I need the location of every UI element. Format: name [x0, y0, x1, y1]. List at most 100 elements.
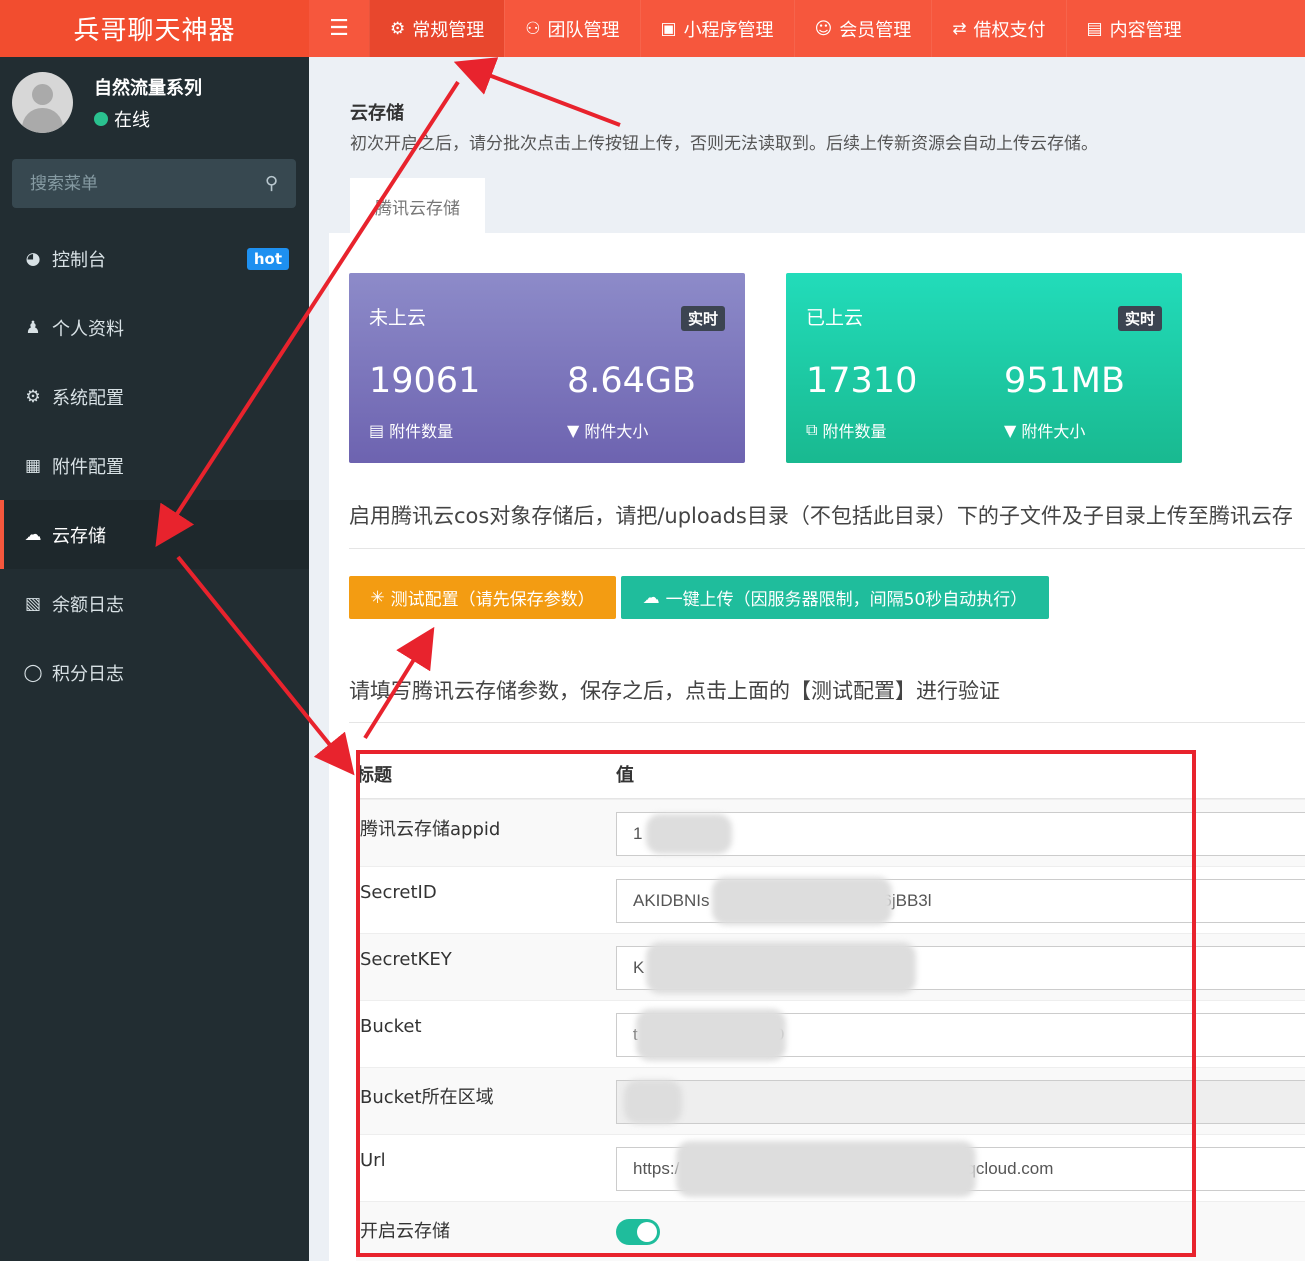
form-notice: 请填写腾讯云存储参数，保存之后，点击上面的【测试配置】进行验证 [349, 679, 1000, 703]
table-row-enable: 开启云存储 [356, 1201, 1305, 1261]
count-label: ⧉ 附件数量 [806, 418, 886, 442]
sidebar-item-cloud-storage[interactable]: ☁ 云存储 [0, 500, 309, 569]
divider [349, 722, 1305, 723]
sidebar-item-points-log[interactable]: ◯ 积分日志 [0, 638, 309, 707]
status-label: 在线 [114, 109, 150, 131]
count-label: ▤ 附件数量 [369, 418, 453, 442]
enable-cloud-storage-toggle[interactable] [616, 1219, 660, 1245]
attachment-count: 17310 [806, 361, 918, 401]
brand-logo[interactable]: 兵哥聊天神器 [0, 0, 309, 57]
cos-notice: 启用腾讯云cos对象存储后，请把/uploads目录（不包括此目录）下的子文件及… [349, 504, 1293, 528]
redaction-blur [636, 1009, 786, 1061]
nav-label: 小程序管理 [683, 19, 774, 41]
redaction-blur [712, 877, 892, 925]
main-content: 云存储 初次开启之后，请分批次点击上传按钮上传，否则无法读取到。后续上传新资源会… [329, 77, 1305, 1261]
sidebar: 自然流量系列 在线 ⚲ ◕ 控制台 hot ♟ 个人资料 ⚙ 系统配置 ▦ 附件配置 ☁ 云… [0, 57, 309, 1261]
nav-tab-team[interactable]: ⚇ 团队管理 [504, 0, 639, 57]
table-row-region: Bucket所在区域 [356, 1067, 1305, 1134]
table-header: 标题 值 [356, 749, 1305, 799]
button-label: 一键上传（因服务器限制，间隔50秒自动执行） [665, 590, 1028, 610]
nav-label: 团队管理 [547, 19, 620, 41]
redaction-blur [624, 1080, 682, 1124]
nav-tab-payment[interactable]: ⇄ 借权支付 [931, 0, 1065, 57]
dashboard-icon: ◕ [25, 248, 41, 269]
sidebar-item-balance-log[interactable]: ▧ 余额日志 [0, 569, 309, 638]
size-label-text: 附件大小 [1021, 422, 1086, 441]
row-label: 腾讯云存储appid [360, 819, 501, 840]
content-header: 云存储 初次开启之后，请分批次点击上传按钮上传，否则无法读取到。后续上传新资源会… [329, 77, 1305, 234]
stat-card-title: 已上云 [806, 307, 864, 329]
test-config-button[interactable]: ✳ 测试配置（请先保存参数） [349, 576, 616, 619]
cogs-icon: ⚙ [390, 18, 406, 39]
toggle-knob [637, 1222, 657, 1242]
stat-card-uploaded: 已上云 实时 17310 951MB ⧉ 附件数量 ▼ 附件大小 [786, 273, 1182, 463]
redaction-blur [676, 1141, 976, 1197]
redaction-blur [646, 814, 732, 854]
column-header-title: 标题 [356, 764, 392, 786]
menu-toggle-icon[interactable]: ☰ [309, 0, 369, 57]
size-label: ▼ 附件大小 [1004, 418, 1085, 442]
sidebar-item-system-config[interactable]: ⚙ 系统配置 [0, 362, 309, 431]
filter-icon: ▼ [1004, 420, 1017, 440]
tab-tencent-cloud-storage[interactable]: 腾讯云存储 [350, 178, 485, 234]
row-label: Url [360, 1150, 386, 1171]
circle-icon: ◯ [23, 662, 43, 683]
image-icon: ▤ [369, 420, 385, 440]
column-header-value: 值 [616, 764, 634, 786]
attachment-size: 8.64GB [567, 361, 697, 401]
redaction-blur [646, 942, 916, 994]
stat-card-not-uploaded: 未上云 实时 19061 8.64GB ▤ 附件数量 ▼ 附件大小 [349, 273, 745, 463]
menu-search: ⚲ [12, 159, 296, 208]
money-icon: ▧ [24, 593, 42, 614]
region-field[interactable] [616, 1080, 1305, 1124]
user-name: 自然流量系列 [94, 77, 202, 99]
row-label: Bucket [360, 1016, 422, 1037]
row-label: Bucket所在区域 [360, 1087, 494, 1108]
table-row-secretkey: SecretKEY [356, 933, 1305, 1000]
row-label: SecretID [360, 882, 437, 903]
config-table: 标题 值 腾讯云存储appid SecretID SecretKEY Bucke… [356, 749, 1305, 1261]
sidebar-item-dashboard[interactable]: ◕ 控制台 hot [0, 224, 309, 293]
newspaper-icon: ▤ [1086, 18, 1103, 39]
realtime-badge: 实时 [680, 306, 725, 331]
file-image-icon: ▦ [24, 455, 42, 476]
one-click-upload-button[interactable]: ☁ 一键上传（因服务器限制，间隔50秒自动执行） [621, 576, 1049, 619]
users-icon: ⚇ [525, 18, 541, 39]
sidebar-item-label: 附件配置 [52, 456, 124, 478]
stat-card-title: 未上云 [369, 307, 427, 329]
sidebar-item-label: 个人资料 [52, 318, 124, 340]
sidebar-menu: ◕ 控制台 hot ♟ 个人资料 ⚙ 系统配置 ▦ 附件配置 ☁ 云存储 ▧ 余额日志 ◯ 积分… [0, 224, 309, 707]
menu-search-input[interactable] [30, 173, 250, 194]
images-icon: ⧉ [806, 420, 818, 439]
search-icon[interactable]: ⚲ [265, 173, 278, 194]
filter-icon: ▼ [567, 420, 580, 440]
hot-badge: hot [246, 247, 289, 270]
sidebar-item-label: 余额日志 [52, 594, 124, 616]
button-label: 测试配置（请先保存参数） [390, 590, 595, 610]
nav-tab-members[interactable]: ☺ 会员管理 [793, 0, 932, 57]
size-label-text: 附件大小 [584, 422, 649, 441]
nav-tab-content[interactable]: ▤ 内容管理 [1065, 0, 1202, 57]
sidebar-item-label: 系统配置 [52, 387, 124, 409]
top-navbar: ☰ ⚙ 常规管理 ⚇ 团队管理 ▣ 小程序管理 ☺ 会员管理 ⇄ 借权支付 ▤ 内容管理 [309, 0, 1305, 57]
nav-tab-general[interactable]: ⚙ 常规管理 [369, 0, 505, 57]
cloud-upload-icon: ☁ [642, 587, 660, 608]
sidebar-item-label: 控制台 [52, 249, 106, 271]
realtime-badge: 实时 [1117, 306, 1162, 331]
nav-tab-miniprogram[interactable]: ▣ 小程序管理 [639, 0, 794, 57]
user-panel: 自然流量系列 在线 [12, 72, 202, 133]
table-row-bucket: Bucket [356, 1000, 1305, 1067]
user-status: 在线 [94, 106, 202, 132]
divider [349, 548, 1305, 549]
exchange-icon: ⇄ [952, 18, 967, 39]
sidebar-item-profile[interactable]: ♟ 个人资料 [0, 293, 309, 362]
table-row-secretid: SecretID [356, 866, 1305, 933]
online-dot-icon [94, 111, 108, 126]
sidebar-item-label: 云存储 [52, 525, 106, 547]
size-label: ▼ 附件大小 [567, 418, 648, 442]
nav-label: 会员管理 [839, 19, 912, 41]
count-label-text: 附件数量 [389, 422, 454, 441]
miniprogram-icon: ▣ [660, 18, 677, 39]
sidebar-item-attachment-config[interactable]: ▦ 附件配置 [0, 431, 309, 500]
user-icon: ♟ [25, 317, 41, 338]
